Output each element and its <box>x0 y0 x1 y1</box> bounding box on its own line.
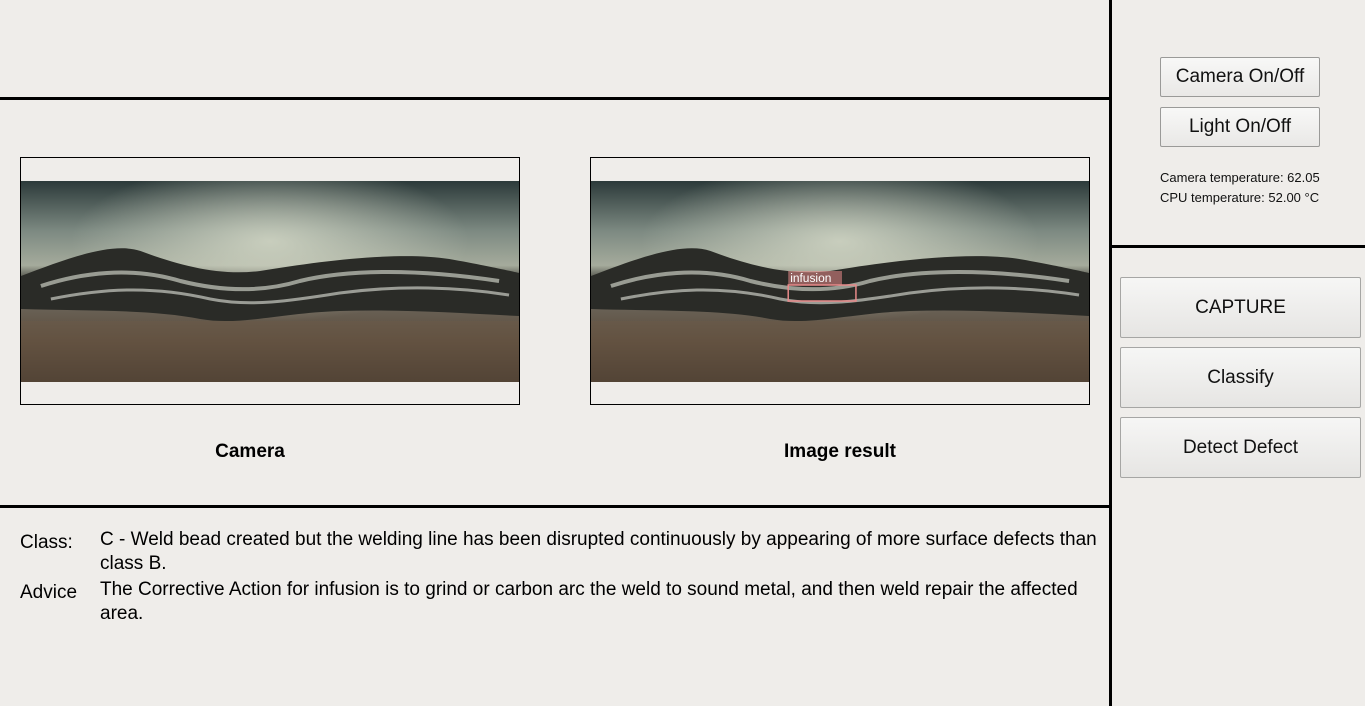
class-text: C - Weld bead created but the welding li… <box>100 529 1097 574</box>
classify-button[interactable]: Classify <box>1120 347 1361 408</box>
camera-toggle-button[interactable]: Camera On/Off <box>1160 57 1320 97</box>
camera-image <box>21 181 519 382</box>
sidebar-divider-horizontal <box>1110 245 1365 248</box>
detect-defect-button[interactable]: Detect Defect <box>1120 417 1361 478</box>
light-toggle-button[interactable]: Light On/Off <box>1160 107 1320 147</box>
cpu-temperature: CPU temperature: 52.00 °C <box>1160 190 1320 205</box>
class-label: Class: <box>20 532 73 553</box>
bottom-divider <box>0 505 1110 508</box>
detection-label: infusion <box>790 271 831 285</box>
top-divider <box>0 97 1110 100</box>
camera-caption: Camera <box>215 441 285 462</box>
result-view: infusion <box>590 157 1090 405</box>
result-caption: Image result <box>784 441 896 462</box>
result-image: infusion <box>591 181 1089 382</box>
camera-view <box>20 157 520 405</box>
advice-label: Advice <box>20 582 78 603</box>
sidebar-divider <box>1109 0 1112 706</box>
camera-temperature: Camera temperature: 62.05 <box>1160 170 1320 185</box>
capture-button[interactable]: CAPTURE <box>1120 277 1361 338</box>
advice-text: The Corrective Action for infusion is to… <box>100 579 1078 624</box>
